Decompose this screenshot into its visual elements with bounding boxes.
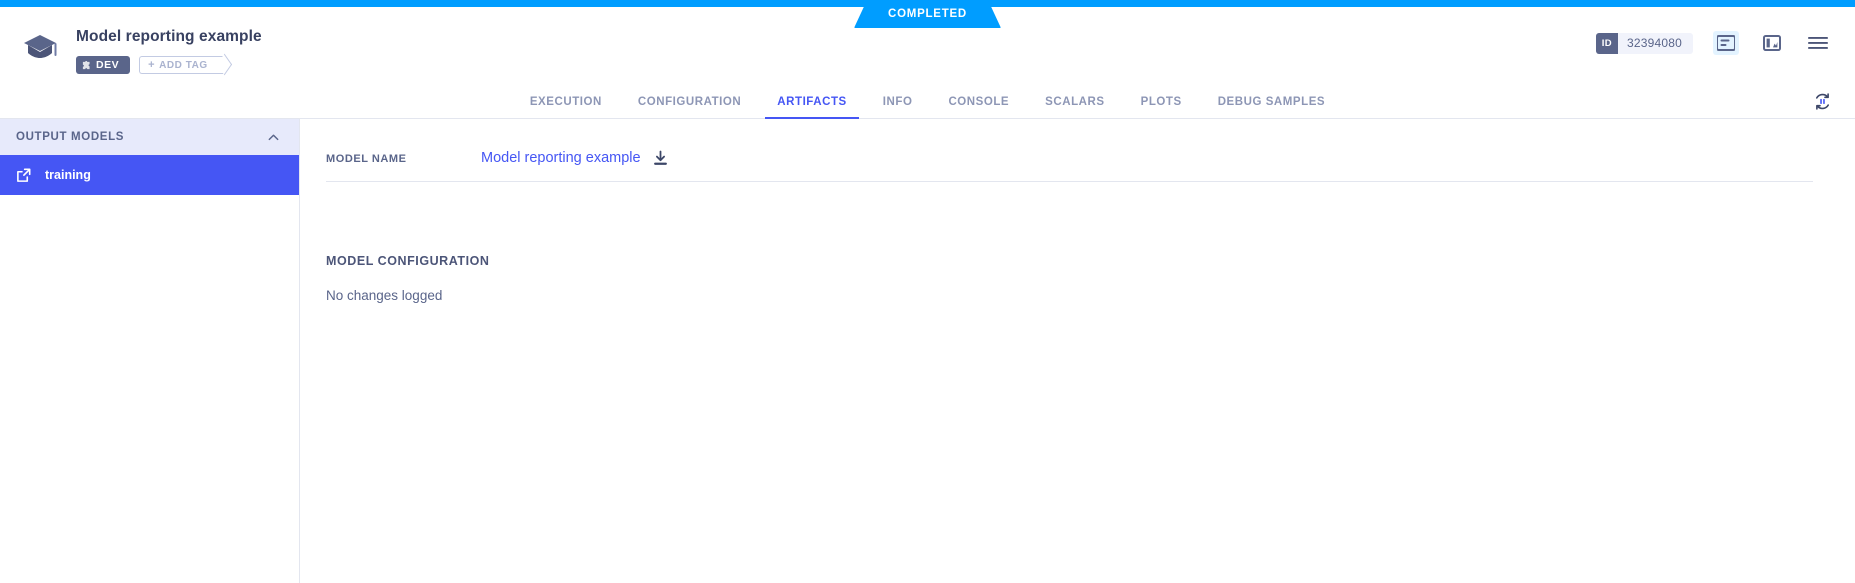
tab-bar-right [1809, 89, 1835, 113]
external-link-icon [17, 168, 31, 182]
menu-button[interactable] [1805, 31, 1831, 55]
auto-refresh-button[interactable] [1809, 89, 1835, 113]
app-root: COMPLETED Model reporting example DEV + … [0, 0, 1855, 583]
menu-icon [1808, 37, 1828, 49]
tab-debug-samples[interactable]: DEBUG SAMPLES [1200, 95, 1343, 118]
add-tag-button[interactable]: + ADD TAG [139, 56, 224, 74]
tab-scalars[interactable]: SCALARS [1027, 95, 1122, 118]
tabs: EXECUTION CONFIGURATION ARTIFACTS INFO C… [512, 95, 1343, 119]
sidebar: OUTPUT MODELS training [0, 119, 300, 583]
details-panel-icon [1717, 35, 1735, 51]
model-name-value-group: Model reporting example [481, 149, 669, 167]
model-configuration-title: MODEL CONFIGURATION [326, 254, 490, 268]
id-label: ID [1595, 32, 1618, 54]
header-right: ID 32394080 [1595, 21, 1831, 55]
model-name-row: MODEL NAME Model reporting example [326, 149, 1813, 182]
tab-configuration[interactable]: CONFIGURATION [620, 95, 759, 118]
puzzle-piece-icon [82, 60, 90, 69]
tag-chip-label: DEV [96, 59, 120, 71]
chevron-up-icon [268, 134, 279, 140]
model-name-link[interactable]: Model reporting example [481, 149, 641, 167]
task-id-badge[interactable]: ID 32394080 [1595, 32, 1693, 54]
page-title: Model reporting example [76, 28, 262, 45]
plus-icon: + [148, 59, 156, 71]
status-badge: COMPLETED [854, 0, 1001, 28]
refresh-paused-icon [1815, 92, 1829, 110]
split-view-icon [1763, 35, 1781, 51]
tab-info[interactable]: INFO [865, 95, 931, 118]
tab-execution[interactable]: EXECUTION [512, 95, 620, 118]
sidebar-section-title: OUTPUT MODELS [16, 131, 125, 143]
title-block: Model reporting example DEV + ADD TAG [76, 27, 262, 74]
sidebar-section-output-models[interactable]: OUTPUT MODELS [0, 119, 299, 155]
download-icon[interactable] [652, 150, 669, 167]
page-body: OUTPUT MODELS training MODEL NAME Model … [0, 119, 1855, 583]
header-left: Model reporting example DEV + ADD TAG [22, 21, 262, 74]
graduation-cap-icon [24, 35, 57, 58]
split-view-button[interactable] [1759, 31, 1785, 55]
add-tag-label: ADD TAG [159, 59, 208, 71]
details-panel-button[interactable] [1713, 31, 1739, 55]
sidebar-item-training[interactable]: training [0, 155, 299, 195]
tab-artifacts[interactable]: ARTIFACTS [759, 95, 864, 119]
main-content: MODEL NAME Model reporting example MODEL… [300, 119, 1855, 583]
sidebar-item-label: training [45, 168, 91, 182]
model-name-label: MODEL NAME [326, 153, 407, 165]
tab-plots[interactable]: PLOTS [1123, 95, 1200, 118]
tab-console[interactable]: CONSOLE [930, 95, 1027, 118]
status-strip: COMPLETED [0, 0, 1855, 7]
id-value: 32394080 [1627, 36, 1682, 50]
tag-row: DEV + ADD TAG [76, 56, 262, 74]
tab-bar: EXECUTION CONFIGURATION ARTIFACTS INFO C… [0, 85, 1855, 119]
model-configuration-body: No changes logged [326, 288, 443, 303]
tag-chip-dev[interactable]: DEV [76, 56, 131, 74]
